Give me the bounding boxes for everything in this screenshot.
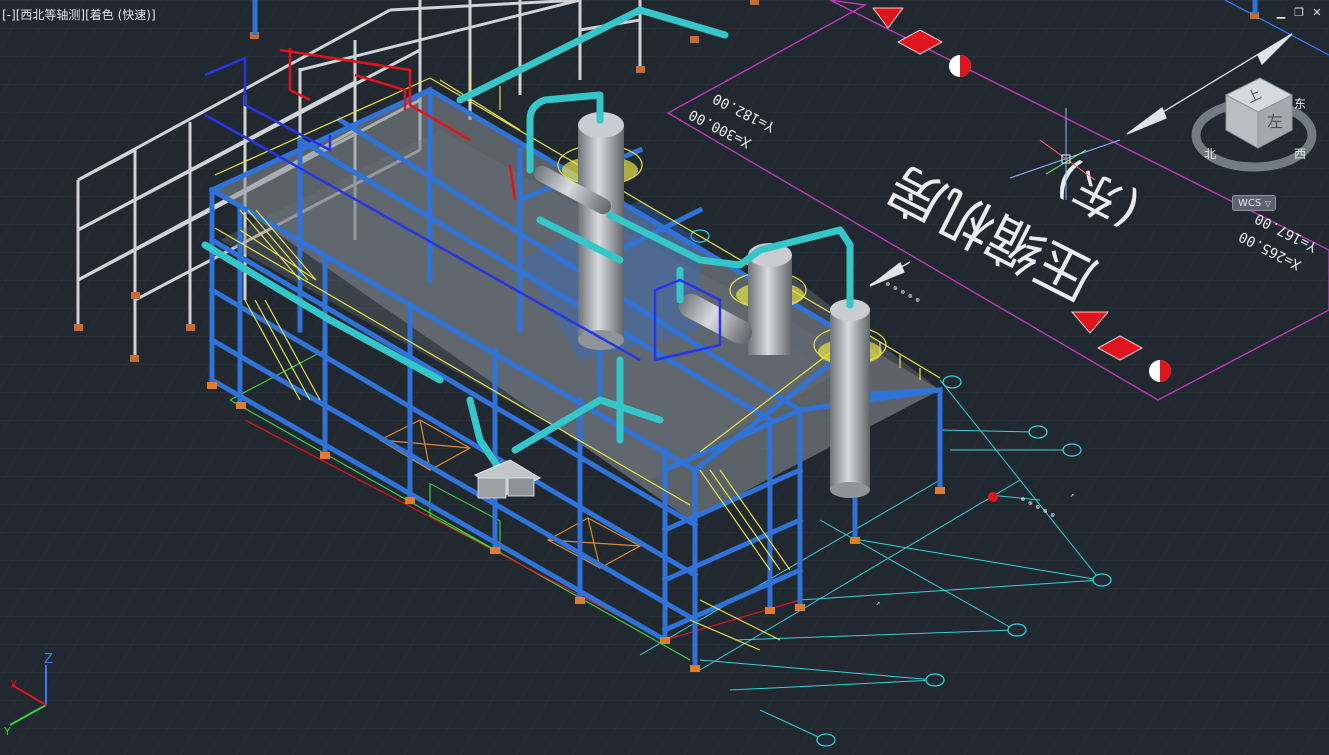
vessel-medium[interactable] — [748, 255, 792, 355]
ucs-z-label: Z — [44, 652, 53, 667]
svg-text:↗: ↗ — [876, 599, 880, 607]
restore-button[interactable]: ❐ — [1293, 7, 1305, 19]
viewcube-compass-east: 东 — [1294, 97, 1306, 111]
view-name-menu[interactable]: [西北等轴测] — [16, 8, 85, 22]
visual-style-menu[interactable]: [着色 (快速)] — [85, 8, 156, 22]
svg-text:↗: ↗ — [1070, 491, 1074, 499]
ucs-x-label: X — [10, 678, 18, 691]
wcs-menu[interactable]: WCS ▽ — [1232, 195, 1276, 211]
wcs-label: WCS — [1238, 198, 1262, 209]
minimize-button[interactable]: ▁ — [1275, 7, 1287, 19]
model-scene[interactable]: 压缩机房 (东) X=300.00 Y=182.00 X=265.00 Y=16… — [0, 0, 1329, 755]
ucs-y-label: Y — [3, 725, 11, 738]
viewport-label: [-][西北等轴测][着色 (快速)] — [2, 6, 156, 23]
vessel-right[interactable] — [830, 310, 870, 490]
vessel-tall[interactable] — [578, 125, 624, 340]
viewcube-compass-north: 北 — [1204, 147, 1216, 161]
viewport-window-controls: ▁ ❐ ✕ — [1275, 7, 1323, 19]
viewcube-left-label: 左 — [1267, 112, 1283, 131]
drawing-viewport[interactable]: [-][西北等轴测][着色 (快速)] ▁ ❐ ✕ WCS ▽ Z 压缩机房 (… — [0, 0, 1329, 755]
chevron-down-icon: ▽ — [1264, 199, 1271, 208]
datum-markers — [988, 492, 998, 502]
close-button[interactable]: ✕ — [1311, 7, 1323, 19]
viewport-control-menu[interactable]: [-] — [2, 8, 16, 22]
viewcube-compass-west: 西 — [1294, 147, 1306, 161]
